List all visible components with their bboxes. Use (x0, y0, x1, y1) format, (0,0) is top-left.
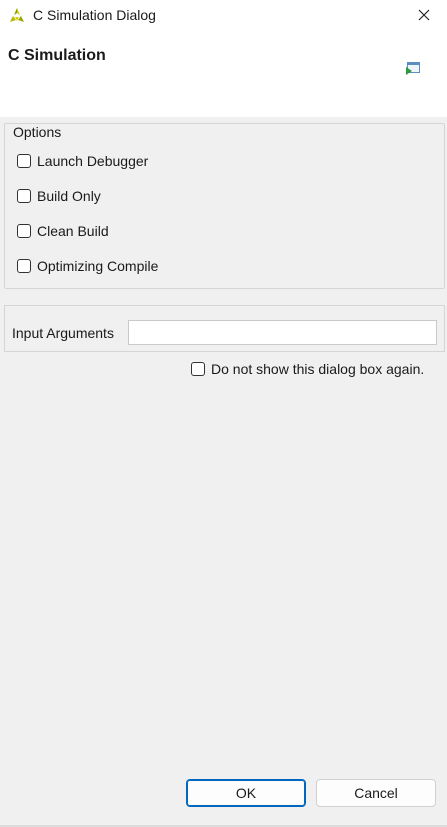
c-simulation-dialog: C Simulation Dialog C Simulation Options… (0, 0, 447, 827)
options-legend: Options (12, 124, 63, 140)
page-title: C Simulation (8, 47, 106, 64)
close-icon (418, 8, 430, 24)
checkbox-label: Clean Build (37, 223, 109, 239)
checkbox-label: Launch Debugger (37, 153, 149, 169)
checkbox-label: Build Only (37, 188, 101, 204)
checkbox-box[interactable] (17, 224, 31, 238)
cancel-button[interactable]: Cancel (316, 779, 436, 807)
dialog-header: C Simulation (0, 32, 447, 117)
checkbox-box[interactable] (191, 362, 205, 376)
input-arguments-label: Input Arguments (12, 325, 114, 341)
dont-show-again-checkbox[interactable]: Do not show this dialog box again. (191, 361, 424, 377)
clean-build-checkbox[interactable]: Clean Build (17, 223, 109, 239)
checkbox-label: Optimizing Compile (37, 258, 159, 274)
title-bar: C Simulation Dialog (0, 0, 447, 32)
run-simulation-icon (405, 60, 421, 76)
input-arguments-field[interactable] (128, 320, 437, 345)
checkbox-box[interactable] (17, 189, 31, 203)
checkbox-box[interactable] (17, 259, 31, 273)
build-only-checkbox[interactable]: Build Only (17, 188, 101, 204)
checkbox-box[interactable] (17, 154, 31, 168)
ok-button[interactable]: OK (186, 779, 306, 807)
window-title: C Simulation Dialog (33, 7, 156, 23)
checkbox-label: Do not show this dialog box again. (211, 361, 425, 377)
vivado-hls-logo-icon (9, 7, 25, 23)
launch-debugger-checkbox[interactable]: Launch Debugger (17, 153, 148, 169)
optimizing-compile-checkbox[interactable]: Optimizing Compile (17, 258, 158, 274)
close-button[interactable] (401, 0, 447, 32)
